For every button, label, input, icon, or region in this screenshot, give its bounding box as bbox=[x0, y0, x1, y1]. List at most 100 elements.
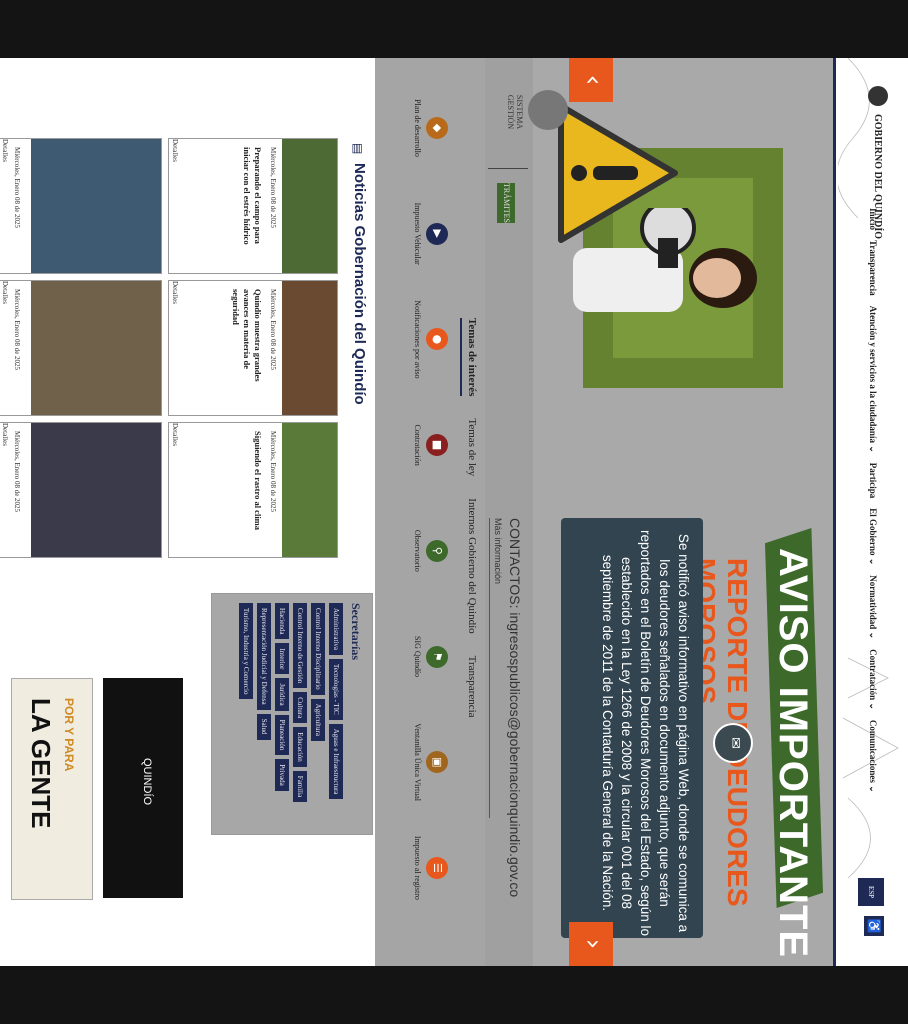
tramites-button[interactable]: TRÁMITES bbox=[497, 183, 515, 223]
news-title: Noticias Gobernación del Quindío bbox=[351, 163, 368, 405]
registry-icon: ☰ bbox=[426, 856, 448, 879]
warning-sign-icon bbox=[558, 103, 678, 243]
news-details-link[interactable]: Detalles bbox=[171, 139, 179, 273]
map-icon: ⚑ bbox=[426, 645, 448, 668]
quick-link-label: Impuesto al registro bbox=[413, 835, 422, 900]
news-date: Miércoles, Enero 08 de 2025 bbox=[269, 431, 277, 513]
carousel-prev-button[interactable]: ‹ bbox=[569, 58, 613, 102]
quindio-ad-text: QUINDÍO bbox=[141, 758, 153, 806]
news-image bbox=[282, 139, 337, 273]
accessibility-icon[interactable]: ♿ bbox=[864, 916, 884, 936]
quick-link-label: Plan de desarrollo bbox=[413, 99, 422, 157]
news-card[interactable]: Miércoles, Enero 08 de 2025 Detalles bbox=[0, 422, 162, 558]
news-card[interactable]: Miércoles, Enero 08 de 2025 Detalles bbox=[0, 138, 162, 274]
header-tools: ESP ♿ bbox=[858, 878, 884, 936]
secretaria-link[interactable]: Educación bbox=[293, 727, 307, 767]
sgi-logo-icon bbox=[528, 90, 568, 130]
news-image bbox=[31, 281, 161, 415]
news-details-link[interactable]: Detalles bbox=[1, 139, 9, 273]
secretaria-link[interactable]: Turismo, Industria y Comercio bbox=[239, 603, 253, 700]
secretaria-link[interactable]: Agricultura bbox=[311, 698, 325, 741]
news-details-link[interactable]: Detalles bbox=[171, 281, 179, 415]
magnifier-icon: ⚲ bbox=[426, 539, 448, 562]
language-button[interactable]: ESP bbox=[858, 878, 884, 906]
tab-temas-ley[interactable]: Temas de ley bbox=[460, 418, 478, 476]
nav-item-inicio[interactable]: Inicio bbox=[867, 208, 878, 230]
news-icon: ▤ bbox=[351, 143, 365, 155]
quick-link-plan[interactable]: ◆ Plan de desarrollo bbox=[413, 88, 448, 168]
site-header: GOBIERNO DEL QUINDÍO Inicio Transparenci… bbox=[833, 58, 908, 966]
quick-link-sig[interactable]: ⚑ SIG Quindío bbox=[413, 617, 448, 697]
nav-item-contratacion[interactable]: Contratación ⌄ bbox=[867, 649, 878, 710]
secretaria-link[interactable]: Aguas e Infraestructura bbox=[329, 723, 343, 800]
secretaria-link[interactable]: Hacienda bbox=[275, 603, 289, 640]
quick-link-vehicular[interactable]: ▶ Impuesto Vehicular bbox=[413, 194, 448, 274]
carousel-next-button[interactable]: › bbox=[569, 922, 613, 966]
secretaria-link[interactable]: Administrativa bbox=[329, 603, 343, 655]
secretaria-link[interactable]: Representación Judicial y Defensa bbox=[257, 603, 271, 710]
news-date: Miércoles, Enero 08 de 2025 bbox=[269, 289, 277, 371]
news-details-link[interactable]: Detalles bbox=[1, 281, 9, 415]
nav-item-gobierno[interactable]: El Gobierno ⌄ bbox=[867, 508, 878, 565]
news-image bbox=[31, 139, 161, 273]
secretarias-title: Secretarías bbox=[349, 603, 363, 661]
divider bbox=[488, 168, 528, 169]
secretaria-link[interactable]: Control Interno Disciplinario bbox=[311, 603, 325, 695]
secretaria-link[interactable]: Salud bbox=[257, 713, 271, 740]
news-headline[interactable]: Quindío muestra grandes avances en mater… bbox=[230, 289, 263, 407]
top-dark-band bbox=[0, 0, 908, 58]
chart-icon: ◆ bbox=[426, 117, 448, 139]
secretaria-link[interactable]: Familia bbox=[293, 770, 307, 803]
quick-link-notificaciones[interactable]: ● Notificaciones por aviso bbox=[413, 299, 448, 379]
news-card[interactable]: Miércoles, Enero 08 de 2025 Quindío mues… bbox=[168, 280, 338, 416]
news-date: Miércoles, Enero 08 de 2025 bbox=[13, 147, 21, 229]
secretaria-link[interactable]: Tecnologías - TIC bbox=[329, 659, 343, 720]
nav-item-comunicaciones[interactable]: Comunicaciones ⌄ bbox=[867, 720, 878, 793]
contact-email[interactable]: CONTACTOS: ingresospublicos@gobernacionq… bbox=[507, 518, 523, 897]
contact-underline bbox=[489, 518, 490, 818]
news-details-link[interactable]: Detalles bbox=[1, 423, 9, 557]
secretaria-link[interactable]: Jurídica bbox=[275, 678, 289, 711]
secretaria-link[interactable]: Planeación bbox=[275, 714, 289, 756]
secretaria-link[interactable]: Privada bbox=[275, 759, 289, 791]
news-image bbox=[282, 423, 337, 557]
news-card[interactable]: Miércoles, Enero 08 de 2025 Siguiendo el… bbox=[168, 422, 338, 558]
notice-text: Se notificó aviso informativo en página … bbox=[600, 529, 691, 936]
hero-banner: AVISO IMPORTANTE REPORTE DE DEUDORES MOR… bbox=[533, 58, 833, 966]
quick-link-contratacion[interactable]: ■ Contratación bbox=[413, 405, 448, 485]
main-nav: Inicio Transparencia Atención y servicio… bbox=[867, 208, 878, 793]
tab-temas-interes[interactable]: Temas de interés bbox=[460, 318, 478, 397]
news-card[interactable]: Miércoles, Enero 08 de 2025 Detalles bbox=[0, 280, 162, 416]
secretaria-link[interactable]: Interior bbox=[275, 643, 289, 675]
sgi-logo-label: SISTEMA GESTIÓN bbox=[506, 94, 524, 130]
secretaria-link[interactable]: Control Interno de Gestión bbox=[293, 603, 307, 689]
news-image bbox=[282, 281, 337, 415]
quick-link-label: Observatorio bbox=[413, 529, 422, 572]
chat-icon[interactable]: ✉ bbox=[713, 723, 753, 763]
nav-item-transparencia[interactable]: Transparencia bbox=[867, 240, 878, 296]
tab-bar: Temas de interés Temas de ley Internos G… bbox=[460, 318, 478, 718]
news-date: Miércoles, Enero 08 de 2025 bbox=[269, 147, 277, 229]
news-date: Miércoles, Enero 08 de 2025 bbox=[13, 289, 21, 371]
quick-link-ventanilla[interactable]: ▣ Ventanilla Única Virtual bbox=[413, 722, 448, 802]
nav-item-atencion[interactable]: Atención y servicios a la ciudadanía ⌄ bbox=[867, 306, 878, 453]
quick-link-label: Ventanilla Única Virtual bbox=[413, 723, 422, 801]
tab-transparencia[interactable]: Transparencia bbox=[460, 656, 478, 718]
news-image bbox=[31, 423, 161, 557]
quick-links-row: ◆ Plan de desarrollo ▶ Impuesto Vehicula… bbox=[413, 88, 448, 908]
news-card[interactable]: Miércoles, Enero 08 de 2025 Preparando e… bbox=[168, 138, 338, 274]
news-headline[interactable]: Preparando el campo para iniciar con el … bbox=[241, 147, 263, 265]
tab-internos[interactable]: Internos Gobierno del Quindío bbox=[460, 498, 478, 633]
secretaria-link[interactable]: Cultura bbox=[293, 692, 307, 724]
contact-more-info[interactable]: Más información bbox=[493, 518, 503, 584]
news-headline[interactable]: Siguiendo el rastro al clima bbox=[252, 431, 263, 549]
nav-item-participa[interactable]: Participa bbox=[867, 463, 878, 499]
news-details-link[interactable]: Detalles bbox=[171, 423, 179, 557]
car-icon: ▶ bbox=[426, 222, 448, 245]
contract-icon: ■ bbox=[426, 434, 448, 457]
quick-link-observatorio[interactable]: ⚲ Observatorio bbox=[413, 511, 448, 591]
secretarias-grid: Administrativa Tecnologías - TIC Aguas e… bbox=[239, 603, 343, 828]
quick-link-registro[interactable]: ☰ Impuesto al registro bbox=[413, 828, 448, 908]
rotated-viewport: GOBIERNO DEL QUINDÍO Inicio Transparenci… bbox=[0, 58, 908, 966]
nav-item-normatividad[interactable]: Normatividad ⌄ bbox=[867, 575, 878, 639]
